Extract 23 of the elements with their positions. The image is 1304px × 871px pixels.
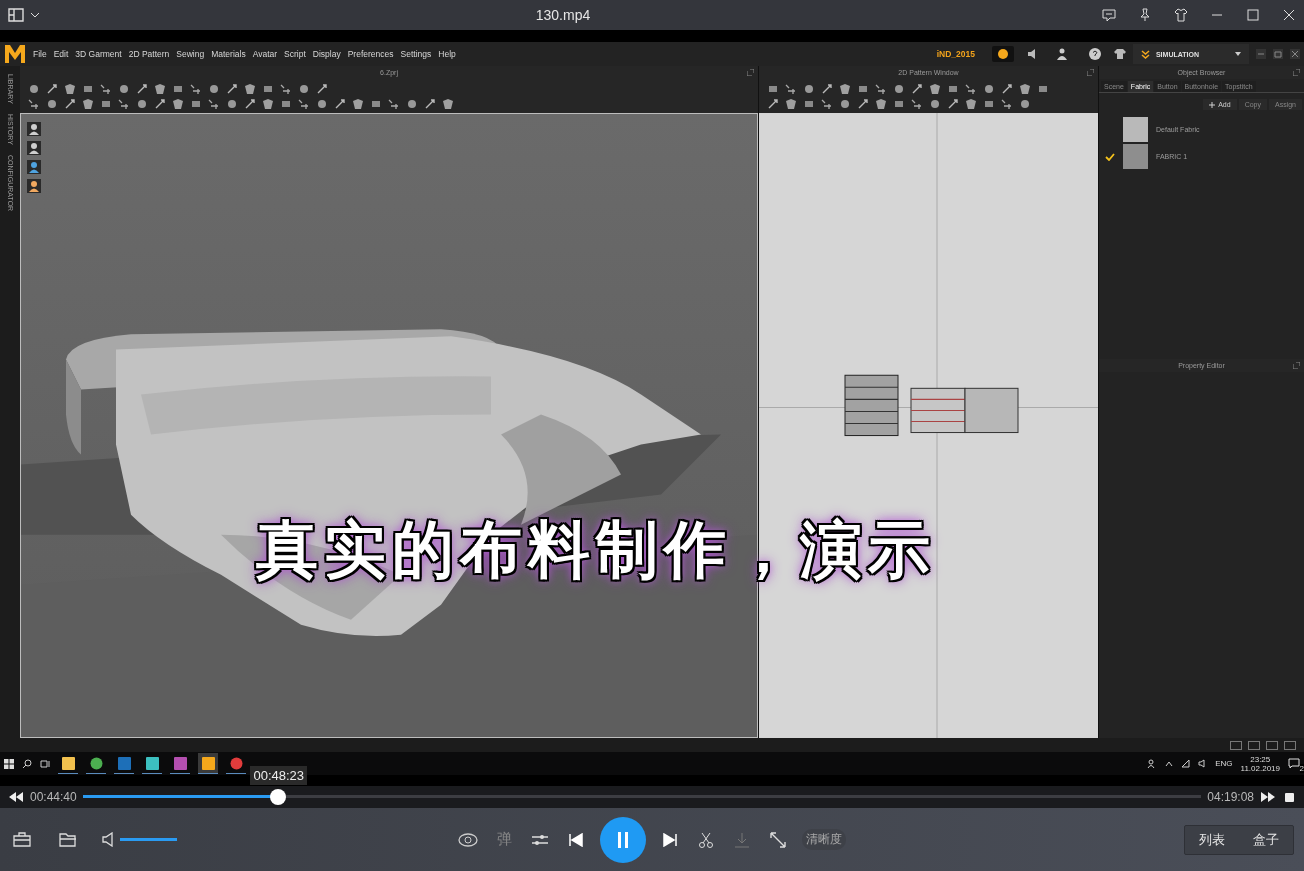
- menu-item[interactable]: Avatar: [252, 49, 278, 59]
- menu-item[interactable]: Display: [312, 49, 341, 59]
- menu-item[interactable]: 2D Pattern: [128, 49, 170, 59]
- menu-item[interactable]: Edit: [53, 49, 69, 59]
- menu-item[interactable]: 3D Garment: [75, 49, 122, 59]
- elapsed-time: 00:44:40: [30, 790, 77, 804]
- user-name: iND_2015: [936, 49, 975, 59]
- menu-item[interactable]: Script: [284, 49, 306, 59]
- clock[interactable]: 23:25 11.02.2019: [1240, 754, 1280, 773]
- panel-toggle[interactable]: 盒子: [1239, 825, 1293, 854]
- window-title: 130.mp4: [534, 7, 592, 23]
- menu-item[interactable]: Preferences: [347, 49, 394, 59]
- quality-button[interactable]: 清晰度: [802, 829, 846, 850]
- menu-item[interactable]: Sewing: [176, 49, 205, 59]
- notification-count: 2: [1299, 764, 1304, 773]
- total-time: 04:19:08: [1207, 790, 1254, 804]
- menu-item[interactable]: Settings: [400, 49, 432, 59]
- language-indicator[interactable]: ENG: [1215, 759, 1233, 768]
- time-tooltip: 00:48:23: [250, 766, 308, 785]
- menu-item[interactable]: Help: [438, 49, 456, 59]
- menu-item[interactable]: File: [33, 49, 47, 59]
- menu-item[interactable]: Materials: [211, 49, 246, 59]
- panel-toggle[interactable]: 列表: [1185, 825, 1239, 854]
